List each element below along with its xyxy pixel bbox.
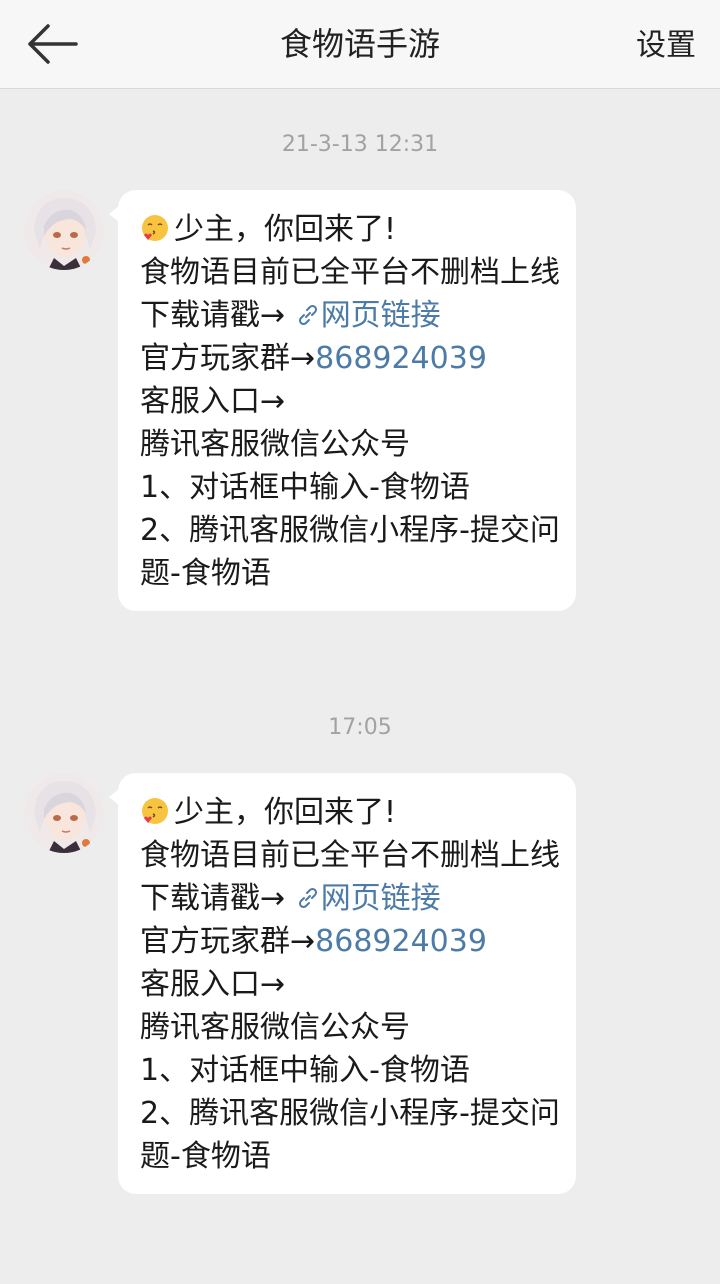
message-timestamp: 21-3-13 12:31 bbox=[281, 132, 439, 157]
download-line: 下载请戳→ 网页链接 bbox=[140, 877, 562, 920]
step-1-text: 1、对话框中输入-食物语 bbox=[140, 470, 470, 505]
greeting-text: 少主，你回来了! bbox=[174, 795, 397, 830]
link-icon bbox=[298, 887, 317, 909]
avatar-image bbox=[24, 773, 104, 853]
greeting-line: 少主，你回来了! bbox=[140, 208, 562, 251]
link-icon bbox=[298, 304, 317, 326]
group-label: 官方玩家群→ bbox=[140, 341, 316, 376]
message-bubble: 少主，你回来了! 食物语目前已全平台不删档上线 下载请戳→ 网页链接 官方玩家群… bbox=[109, 190, 576, 611]
group-line: 官方玩家群→868924039 bbox=[140, 337, 562, 380]
step-1-text: 1、对话框中输入-食物语 bbox=[140, 1053, 470, 1088]
kiss-emoji-icon bbox=[142, 215, 168, 241]
avatar-image bbox=[24, 190, 104, 270]
step-2-text: 2、腾讯客服微信小程序-提交问题-食物语 bbox=[140, 1096, 560, 1174]
group-number-link[interactable]: 868924039 bbox=[315, 341, 487, 376]
bubble-tail bbox=[109, 789, 119, 805]
settings-button[interactable]: 设置 bbox=[636, 0, 696, 88]
announcement-text: 食物语目前已全平台不删档上线 bbox=[140, 255, 560, 290]
announcement-text: 食物语目前已全平台不删档上线 bbox=[140, 838, 560, 873]
download-label: 下载请戳→ bbox=[140, 881, 286, 916]
greeting-text: 少主，你回来了! bbox=[174, 212, 397, 247]
message-timestamp: 17:05 bbox=[328, 715, 392, 740]
avatar[interactable] bbox=[24, 773, 104, 853]
step-2-text: 2、腾讯客服微信小程序-提交问题-食物语 bbox=[140, 513, 560, 591]
web-link[interactable]: 网页链接 bbox=[295, 881, 441, 916]
kiss-emoji-icon bbox=[142, 798, 168, 824]
group-label: 官方玩家群→ bbox=[140, 924, 316, 959]
message-bubble: 少主，你回来了! 食物语目前已全平台不删档上线 下载请戳→ 网页链接 官方玩家群… bbox=[109, 773, 576, 1194]
download-label: 下载请戳→ bbox=[140, 298, 286, 333]
service-name-text: 腾讯客服微信公众号 bbox=[140, 1010, 410, 1045]
group-line: 官方玩家群→868924039 bbox=[140, 920, 562, 963]
service-entry-text: 客服入口→ bbox=[140, 967, 286, 1002]
top-navigation-bar: 食物语手游 设置 bbox=[0, 0, 720, 89]
download-line: 下载请戳→ 网页链接 bbox=[140, 294, 562, 337]
group-number-link[interactable]: 868924039 bbox=[315, 924, 487, 959]
avatar[interactable] bbox=[24, 190, 104, 270]
web-link-text: 网页链接 bbox=[320, 881, 441, 916]
greeting-line: 少主，你回来了! bbox=[140, 791, 562, 834]
web-link[interactable]: 网页链接 bbox=[295, 298, 441, 333]
service-name-text: 腾讯客服微信公众号 bbox=[140, 427, 410, 462]
bubble-tail bbox=[109, 206, 119, 222]
page-title: 食物语手游 bbox=[279, 25, 440, 63]
web-link-text: 网页链接 bbox=[320, 298, 441, 333]
service-entry-text: 客服入口→ bbox=[140, 384, 286, 419]
